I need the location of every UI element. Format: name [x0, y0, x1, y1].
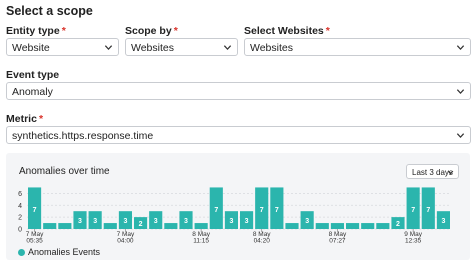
x-tick-time: 05:35 [26, 238, 43, 245]
bar [346, 223, 360, 229]
bar [315, 223, 329, 229]
bar-data-label: 3 [305, 218, 309, 225]
bar [376, 223, 390, 229]
bar [164, 223, 178, 229]
bar-data-label: 7 [426, 207, 430, 214]
bar-data-label: 3 [123, 218, 127, 225]
y-tick-label: 0 [18, 227, 22, 234]
x-tick-time: 04:20 [254, 238, 271, 245]
bar-data-label: 7 [214, 207, 218, 214]
bar [103, 223, 117, 229]
bar-data-label: 3 [229, 218, 233, 225]
bar-data-label: 2 [139, 221, 143, 228]
bar-data-label: 2 [396, 221, 400, 228]
x-tick-time: 07:27 [329, 238, 346, 245]
bar [43, 223, 57, 229]
anomalies-chart: 024673 3 3 2 3 373 37 73 27 737 May05:357 May04:0… [18, 187, 451, 245]
x-tick-time: 04:00 [117, 238, 134, 245]
bar [285, 223, 299, 229]
bar-data-label: 7 [275, 207, 279, 214]
y-tick-label: 6 [18, 191, 22, 198]
bar [330, 223, 344, 229]
y-tick-label: 4 [18, 203, 22, 210]
bar-data-label: 7 [33, 207, 37, 214]
bar-data-label: 7 [411, 207, 415, 214]
legend-label: Anomalies Events [28, 247, 101, 257]
bar [58, 223, 72, 229]
bar-data-label: 3 [78, 218, 82, 225]
x-tick-time: 12:35 [405, 238, 422, 245]
bar-data-label: 3 [154, 218, 158, 225]
x-tick-time: 11:15 [193, 238, 209, 245]
bar-data-label: 7 [260, 207, 264, 214]
legend-swatch [18, 249, 25, 256]
bar-data-label: 3 [441, 218, 445, 225]
bar-data-label: 3 [245, 218, 249, 225]
bar-data-label: 3 [93, 218, 97, 225]
bar-data-label: 3 [184, 218, 188, 225]
y-tick-label: 2 [18, 215, 22, 222]
bar [361, 223, 375, 229]
bar [194, 223, 208, 229]
